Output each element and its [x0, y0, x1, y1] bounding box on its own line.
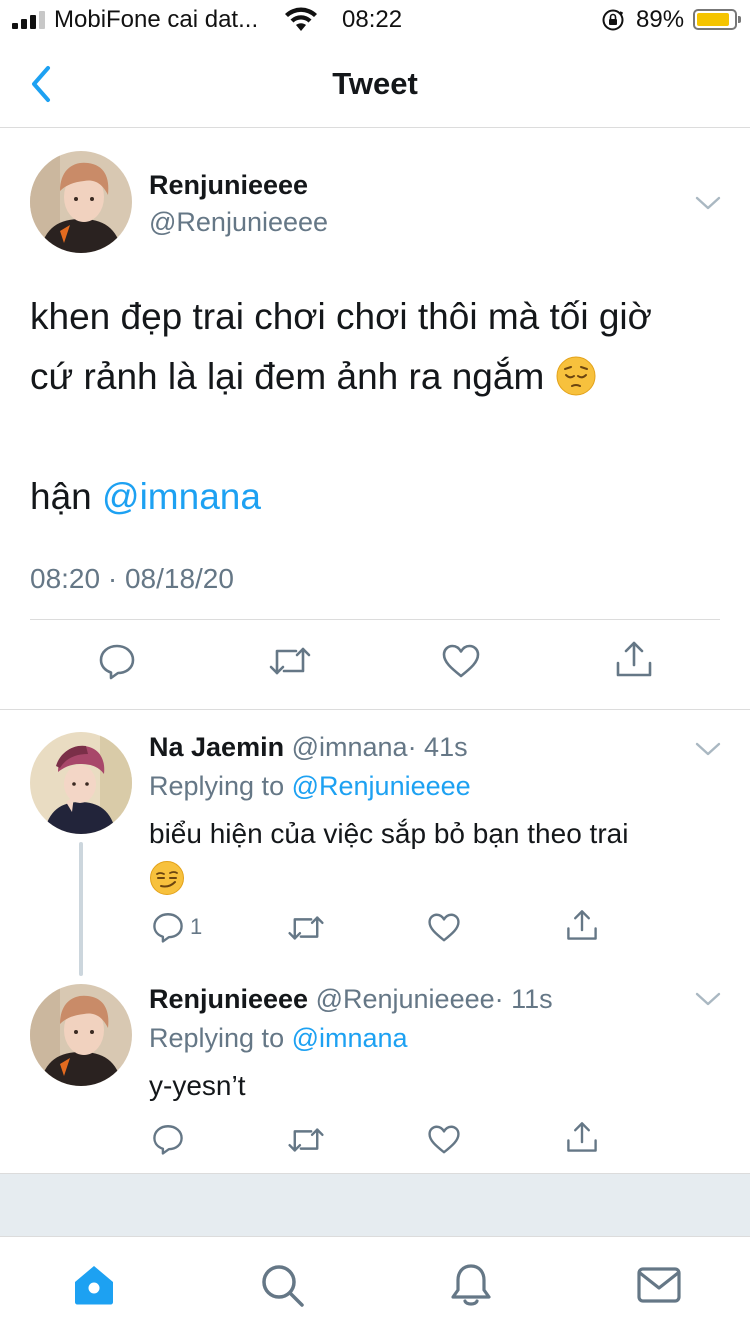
mention-link[interactable]: @imnana	[102, 476, 261, 517]
replying-to-prefix: Replying to	[149, 771, 285, 801]
messages-icon[interactable]	[636, 1262, 682, 1308]
reply-icon[interactable]	[151, 910, 185, 944]
reply-time: · 41s	[407, 732, 468, 762]
like-icon[interactable]	[441, 643, 481, 679]
like-icon[interactable]	[427, 1124, 461, 1155]
avatar[interactable]	[30, 732, 132, 834]
tweet-actions	[0, 1120, 750, 1160]
reply-icon[interactable]	[97, 641, 137, 681]
reply-header: Renjunieeee @Renjunieeee· 11s	[149, 984, 553, 1015]
page-title: Tweet	[332, 66, 418, 101]
retweet-icon[interactable]	[287, 912, 325, 944]
tweet-text-segment: hận	[30, 476, 92, 517]
tweet-text-line: cứ rảnh là lại đem ảnh ra ngắm	[30, 347, 720, 407]
share-icon[interactable]	[614, 639, 654, 679]
signal-icon	[12, 11, 45, 29]
divider	[0, 709, 750, 710]
reply-time: · 11s	[494, 984, 553, 1014]
replying-to-prefix: Replying to	[149, 1023, 285, 1053]
replying-to: Replying to @imnana	[149, 1023, 408, 1054]
tweet-timestamp: 08:20 · 08/18/20	[30, 563, 234, 594]
mention-link[interactable]: @Renjunieeee	[292, 771, 471, 801]
author-name[interactable]: Renjunieeee	[149, 984, 308, 1014]
tweet-text-line: hận @imnana	[30, 467, 720, 527]
reply-icon[interactable]	[151, 1122, 185, 1156]
avatar[interactable]	[30, 151, 132, 253]
search-icon[interactable]	[259, 1262, 305, 1308]
status-time: 08:22	[342, 6, 403, 33]
reply-text: y-yesn’t	[149, 1070, 246, 1101]
tweet-text: khen đẹp trai chơi chơi thôi mà tối giờ …	[30, 287, 720, 527]
mention-link[interactable]: @imnana	[292, 1023, 408, 1053]
retweet-icon[interactable]	[268, 643, 312, 679]
reply-count: 1	[190, 914, 203, 939]
chevron-down-icon[interactable]	[695, 195, 721, 211]
retweet-icon[interactable]	[287, 1124, 325, 1156]
divider	[30, 619, 720, 620]
carrier-name: MobiFone cai dat...	[54, 6, 259, 33]
share-icon[interactable]	[565, 908, 599, 942]
tweet-text-line: khen đẹp trai chơi chơi thôi mà tối giờ	[30, 296, 652, 337]
nav-bar: Tweet	[0, 40, 750, 128]
orientation-lock-icon	[602, 9, 624, 31]
home-icon[interactable]	[71, 1262, 117, 1308]
battery-percent: 89%	[636, 6, 685, 33]
author-handle[interactable]: @imnana	[292, 732, 408, 762]
chevron-down-icon[interactable]	[695, 741, 721, 757]
smirking-face-emoji	[150, 860, 184, 895]
tweet-text-segment: cứ rảnh là lại đem ảnh ra ngắm	[30, 356, 545, 397]
share-icon[interactable]	[565, 1120, 599, 1154]
tweet-actions	[0, 639, 750, 689]
author-handle[interactable]: @Renjunieeee	[316, 984, 495, 1014]
reply-text-content: biểu hiện của việc sắp bỏ bạn theo trai	[149, 818, 629, 849]
notifications-icon[interactable]	[448, 1262, 494, 1308]
author-name[interactable]: Na Jaemin	[149, 732, 284, 762]
reply-header: Na Jaemin @imnana· 41s	[149, 732, 468, 763]
tweet-actions: 1	[0, 908, 750, 948]
avatar[interactable]	[30, 984, 132, 1086]
wifi-icon	[285, 7, 317, 31]
author-name[interactable]: Renjunieeee	[149, 170, 308, 201]
reply-text: biểu hiện của việc sắp bỏ bạn theo trai	[149, 814, 709, 896]
author-handle[interactable]: @Renjunieeee	[149, 207, 328, 238]
status-bar: MobiFone cai dat... 08:22 89%	[0, 0, 750, 40]
pensive-face-emoji	[556, 356, 596, 396]
tab-bar	[0, 1236, 750, 1334]
chevron-down-icon[interactable]	[695, 991, 721, 1007]
timeline-footer	[0, 1173, 750, 1236]
like-icon[interactable]	[427, 912, 461, 943]
replying-to: Replying to @Renjunieeee	[149, 771, 471, 802]
battery-icon	[693, 9, 741, 30]
